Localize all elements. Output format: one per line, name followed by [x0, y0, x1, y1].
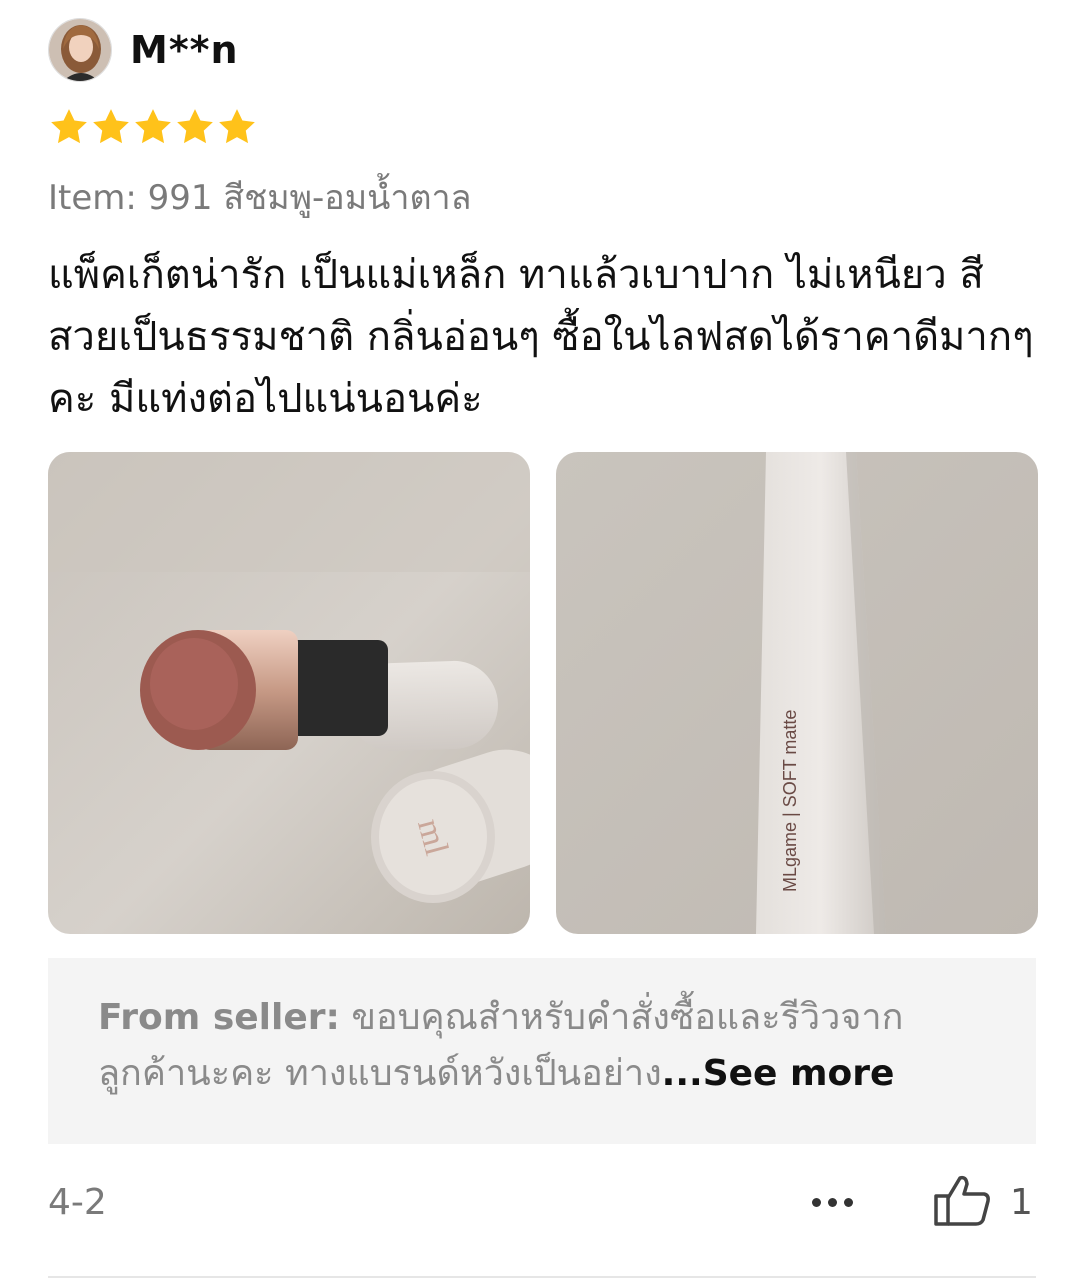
more-options-button[interactable] [804, 1182, 860, 1222]
more-dots-icon [811, 1197, 853, 1207]
review-header: M**n [48, 16, 239, 84]
like-button[interactable]: 1 [932, 1172, 1033, 1232]
review-photos: ml MLgame | SOFT matte [48, 452, 1038, 934]
seller-reply-text: From seller: ขอบคุณสำหรับคำสั่งซื้อและรี… [98, 990, 986, 1102]
star-icon [219, 109, 255, 144]
like-count: 1 [1010, 1181, 1033, 1223]
star-icon [177, 109, 213, 144]
divider [48, 1276, 1036, 1278]
reviewer-name: M**n [130, 28, 239, 72]
thumbs-up-icon [932, 1172, 992, 1232]
star-icon [135, 109, 171, 144]
review-date: 4-2 [48, 1181, 107, 1223]
tube-print-text: MLgame | SOFT matte [780, 710, 800, 892]
see-more-link[interactable]: ...See more [662, 1053, 895, 1094]
star-icon [93, 109, 129, 144]
item-value: 991 สีชมพู-อมน้ำตาล [147, 178, 472, 218]
item-label: Item: [48, 178, 137, 218]
review-text: แพ็คเก็ตน่ารัก เป็นแม่เหล็ก ทาแล้วเบาปาก… [48, 252, 1034, 422]
review-photo-2[interactable]: MLgame | SOFT matte [556, 452, 1038, 934]
seller-reply: From seller: ขอบคุณสำหรับคำสั่งซื้อและรี… [48, 958, 1036, 1144]
star-icon [51, 109, 87, 144]
seller-label: From seller: [98, 997, 340, 1038]
item-variant: Item: 991 สีชมพู-อมน้ำตาล [48, 170, 471, 224]
review-photo-1[interactable]: ml [48, 452, 530, 934]
review-footer: 4-2 1 [48, 1168, 1036, 1236]
star-rating [48, 106, 258, 148]
avatar[interactable] [48, 18, 112, 82]
